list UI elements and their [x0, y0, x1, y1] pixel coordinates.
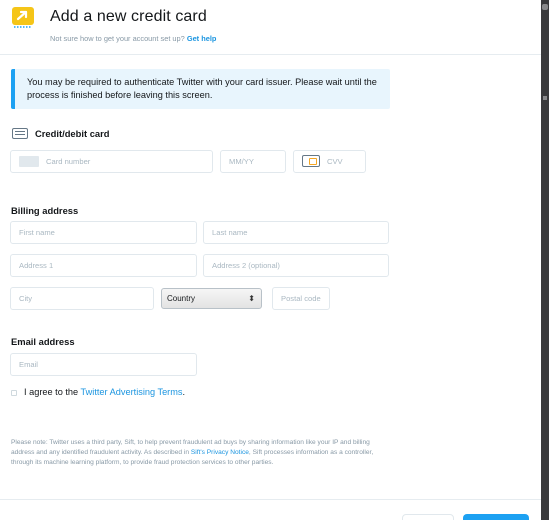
- get-help-link[interactable]: Get help: [187, 34, 217, 43]
- country-select[interactable]: Country ⬍: [161, 288, 262, 309]
- agree-terms-prefix: I agree to the: [24, 387, 79, 397]
- save-button[interactable]: [463, 514, 529, 520]
- window-control-icon: [542, 4, 548, 10]
- first-name-field[interactable]: First name: [10, 221, 197, 244]
- dialog-header: Add a new credit card Not sure how to ge…: [0, 0, 541, 55]
- email-field[interactable]: Email: [10, 353, 197, 376]
- address1-field[interactable]: Address 1: [10, 254, 197, 277]
- billing-section-title: Billing address: [11, 205, 79, 216]
- agree-terms-suffix: .: [182, 387, 186, 397]
- cvv-placeholder: CVV: [327, 157, 343, 166]
- card-number-field[interactable]: Card number: [10, 150, 213, 173]
- background-window-edge: [541, 0, 549, 520]
- agree-terms-checkbox[interactable]: [11, 390, 17, 396]
- advertising-terms-link[interactable]: Twitter Advertising Terms: [81, 387, 183, 397]
- postal-code-placeholder: Postal code: [281, 294, 321, 303]
- last-name-field[interactable]: Last name: [203, 221, 389, 244]
- cvv-field[interactable]: CVV: [293, 150, 366, 173]
- subtitle-text: Not sure how to get your account set up?: [50, 34, 185, 43]
- address1-placeholder: Address 1: [19, 261, 54, 270]
- card-section-title: Credit/debit card: [35, 128, 110, 139]
- last-name-placeholder: Last name: [212, 228, 248, 237]
- sift-privacy-link[interactable]: Sift's Privacy Notice: [191, 449, 249, 456]
- window-marker-icon: [543, 96, 547, 100]
- email-placeholder: Email: [19, 360, 38, 369]
- country-selected-value: Country: [167, 294, 196, 303]
- agree-terms-label: I agree to the Twitter Advertising Terms…: [24, 387, 185, 397]
- city-placeholder: City: [19, 294, 33, 303]
- sift-privacy-note: Please note: Twitter uses a third party,…: [11, 438, 391, 468]
- expiry-field[interactable]: MM/YY: [220, 150, 286, 173]
- card-number-icon: [19, 155, 39, 167]
- twitter-ads-megaphone-icon: [12, 7, 34, 28]
- footer-divider: [0, 499, 541, 500]
- cancel-button[interactable]: [402, 514, 454, 520]
- email-section-title: Email address: [11, 336, 75, 347]
- address2-field[interactable]: Address 2 (optional): [203, 254, 389, 277]
- expiry-placeholder: MM/YY: [229, 157, 254, 166]
- city-field[interactable]: City: [10, 287, 154, 310]
- select-arrows-icon: ⬍: [248, 294, 255, 303]
- cvv-card-icon: [302, 155, 320, 167]
- first-name-placeholder: First name: [19, 228, 55, 237]
- card-number-placeholder: Card number: [46, 157, 91, 166]
- credit-card-icon: [12, 128, 28, 139]
- page-title: Add a new credit card: [50, 8, 207, 25]
- address2-placeholder: Address 2 (optional): [212, 261, 280, 270]
- page-subtitle: Not sure how to get your account set up?…: [50, 34, 216, 43]
- authentication-alert: You may be required to authenticate Twit…: [11, 69, 390, 109]
- postal-code-field[interactable]: Postal code: [272, 287, 330, 310]
